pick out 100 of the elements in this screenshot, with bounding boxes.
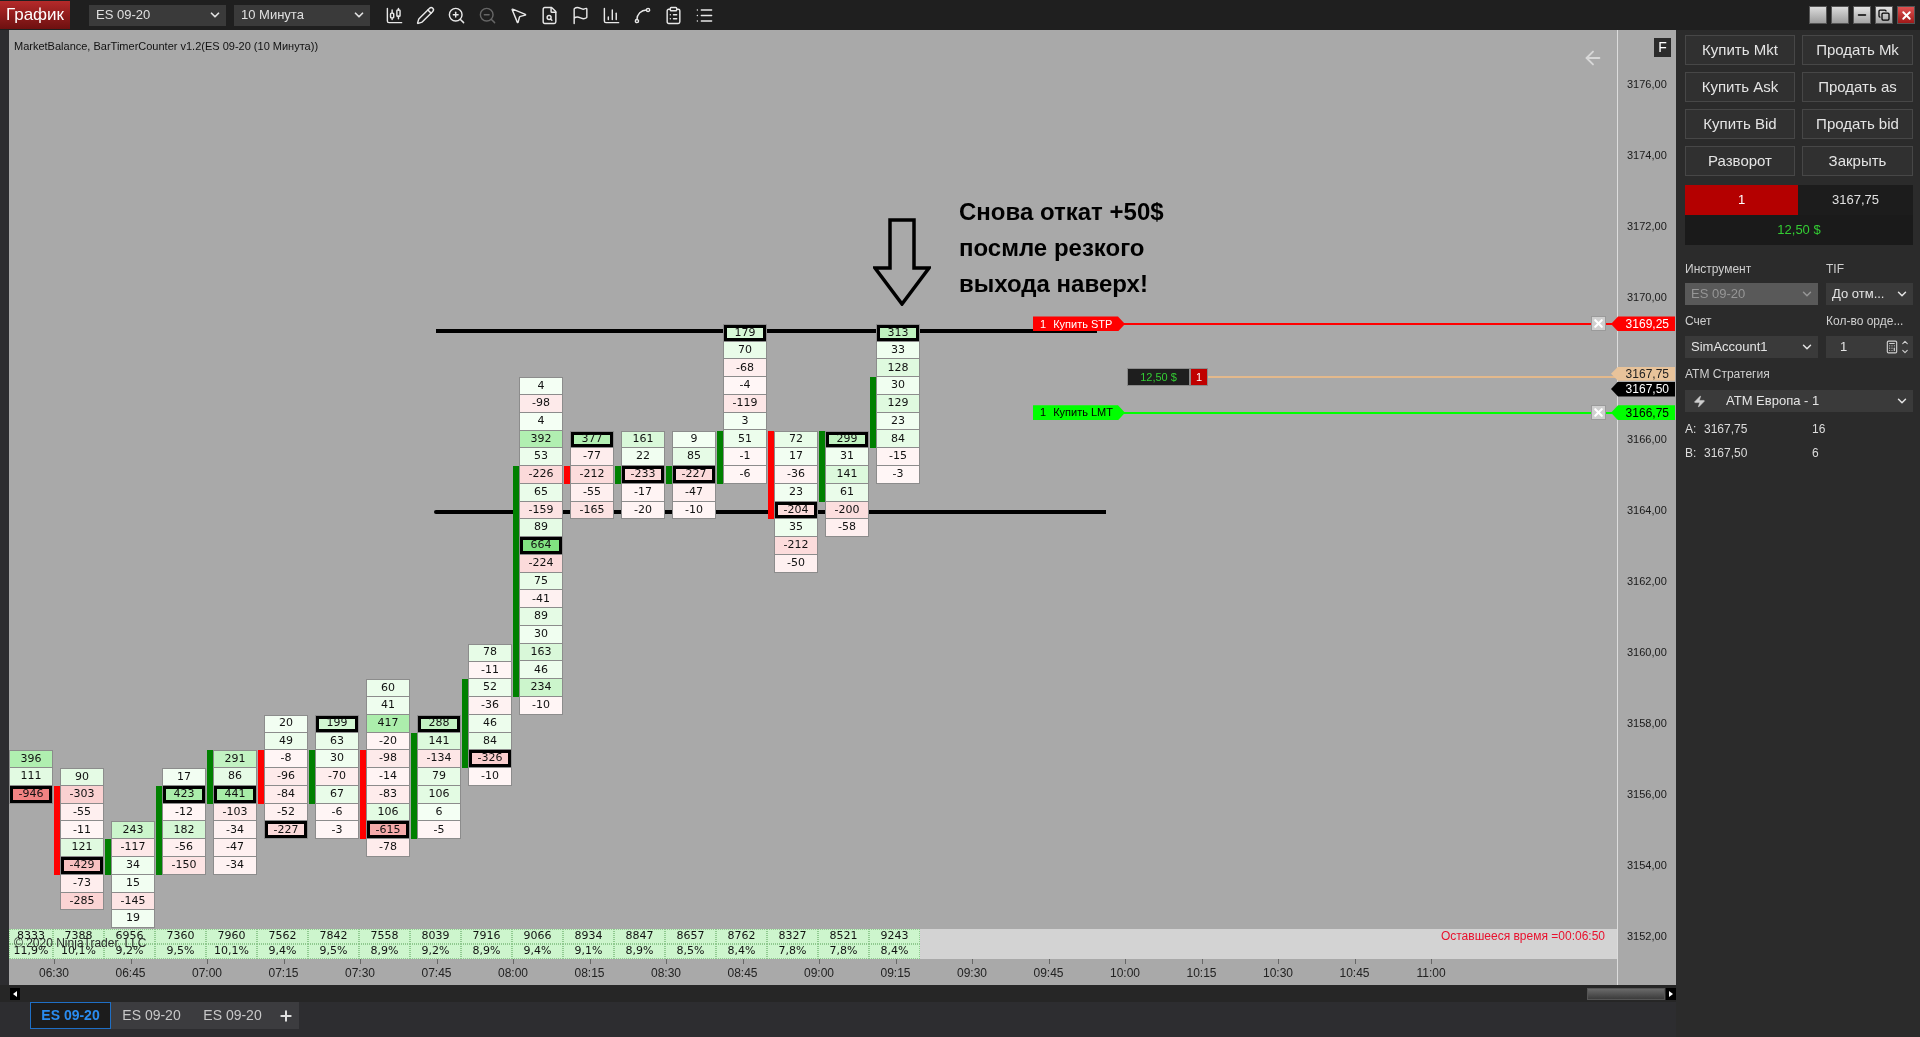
plus-icon	[278, 1007, 294, 1024]
footprint-cell: 85	[672, 448, 716, 467]
axis-tick	[666, 959, 667, 964]
document-search-icon[interactable]	[540, 5, 559, 25]
order-button[interactable]: Купить Bid	[1685, 109, 1795, 139]
footprint-cell: -11	[60, 821, 104, 840]
account-label: Счет	[1685, 313, 1713, 329]
axis-tick	[742, 959, 744, 964]
footprint-cell: -3	[315, 821, 359, 840]
footprint-cell: -36	[468, 697, 512, 715]
tif-select[interactable]: До отм...	[1826, 283, 1913, 305]
order-button[interactable]: Разворот	[1685, 146, 1795, 176]
calculator-icon[interactable]	[1885, 340, 1899, 354]
quote-price: 3167,50	[1704, 445, 1749, 462]
footprint-cell: -47	[213, 839, 257, 857]
volume-cell: 9066	[512, 929, 563, 944]
axis-tick	[1278, 959, 1279, 964]
footprint-cell: 664	[519, 537, 563, 555]
square-icon[interactable]	[1809, 6, 1827, 24]
share-cell: 8,9%	[359, 944, 410, 959]
close-button[interactable]	[1897, 6, 1915, 24]
footprint-cell: 199	[315, 714, 359, 733]
cursor-icon[interactable]	[509, 5, 528, 25]
square-icon[interactable]	[1831, 6, 1849, 24]
share-cell: 8,5%	[665, 944, 716, 959]
volume-cell: 8657	[665, 929, 716, 944]
add-tab-button[interactable]	[273, 1002, 299, 1029]
time-label: 10:15	[1185, 966, 1218, 980]
spin-down-icon[interactable]	[1900, 347, 1910, 356]
share-cell: 9,4%	[257, 944, 308, 959]
chart-tab[interactable]: ES 09-20	[192, 1002, 273, 1029]
instrument-dropdown[interactable]: ES 09-20	[89, 4, 226, 26]
time-label: 09:45	[1032, 966, 1065, 980]
footprint-cell: -70	[315, 768, 359, 786]
f-button[interactable]: F	[1654, 38, 1671, 57]
spin-up-icon[interactable]	[1900, 338, 1910, 347]
restore-button[interactable]	[1875, 6, 1893, 24]
axis-tick	[207, 959, 208, 964]
footprint-cell: -36	[774, 466, 818, 484]
position-pnl[interactable]: 12,50 $	[1127, 368, 1190, 387]
footprint-cell: 128	[876, 359, 920, 378]
scroll-thumb[interactable]	[1587, 988, 1665, 1000]
footprint-cell: -3	[876, 466, 920, 484]
line-chart-icon[interactable]	[633, 5, 652, 25]
quantity-label: Кол-во орде...	[1826, 313, 1904, 329]
footprint-cell: -326	[468, 750, 512, 769]
footprint-cell: -5	[417, 821, 461, 840]
quantity-field[interactable]: 1	[1826, 336, 1913, 358]
footprint-cell: -233	[621, 466, 665, 484]
footprint-cell: 90	[60, 768, 104, 786]
account-select[interactable]: SimAccount1	[1685, 336, 1818, 358]
restore-icon	[1878, 9, 1890, 21]
order-button[interactable]: Закрыть	[1802, 146, 1913, 176]
chart-tab[interactable]: ES 09-20	[30, 1002, 111, 1029]
time-label: 07:00	[191, 966, 223, 980]
chart-tab[interactable]: ES 09-20	[111, 1002, 192, 1029]
volume-cell: 8327	[767, 929, 818, 944]
footprint-cell: 182	[162, 821, 206, 840]
atm-strategy-select[interactable]: ATM Европа - 1	[1685, 390, 1913, 412]
zoom-in-icon[interactable]	[447, 5, 466, 25]
interval-dropdown[interactable]: 10 Минута	[234, 4, 370, 26]
footprint-cell: 52	[468, 679, 512, 698]
scroll-left-icon[interactable]	[10, 988, 20, 1000]
footprint-cell: -134	[417, 750, 461, 769]
minimize-button[interactable]	[1853, 6, 1871, 24]
order-tag[interactable]: 1 Купить LMT	[1033, 405, 1125, 421]
order-button[interactable]: Продать Mk	[1802, 35, 1913, 65]
order-button[interactable]: Продать as	[1802, 72, 1913, 102]
axis-tick	[972, 959, 973, 964]
bar-chart-icon[interactable]	[602, 5, 621, 25]
footprint-cell: 53	[519, 448, 563, 467]
candlestick-chart-icon[interactable]	[385, 5, 404, 25]
order-tag[interactable]: 1 Купить STP	[1033, 316, 1125, 332]
footprint-cell: -1	[723, 448, 767, 466]
cancel-order-icon[interactable]	[1591, 405, 1606, 421]
footprint-cell: -78	[366, 839, 410, 857]
volume-cell: 7960	[206, 929, 257, 944]
flag-icon[interactable]	[571, 5, 590, 25]
cancel-order-icon[interactable]	[1591, 316, 1606, 332]
order-price-tag: 3169,25	[1611, 316, 1675, 332]
axis-tick	[1201, 959, 1203, 964]
clipboard-icon[interactable]	[664, 5, 683, 25]
volume-cell: 7842	[308, 929, 359, 944]
volume-cell: 8847	[614, 929, 665, 944]
quote-size: 16	[1812, 421, 1826, 438]
order-button[interactable]: Купить Ask	[1685, 72, 1795, 102]
footprint-cell: 377	[570, 430, 614, 449]
price-label: 3172,00	[1627, 219, 1667, 233]
remaining-time: Оставшееся время =00:06:50	[1440, 930, 1605, 943]
axis-tick	[1125, 959, 1126, 964]
footprint-cell: -10	[468, 768, 512, 786]
share-cell: 8,4%	[869, 944, 920, 959]
price-label: 3170,00	[1627, 290, 1667, 304]
chart-title-tab[interactable]: График	[0, 1, 70, 29]
position-quantity[interactable]: 1	[1190, 368, 1208, 387]
order-button[interactable]: Купить Mkt	[1685, 35, 1795, 65]
pencil-icon[interactable]	[416, 5, 435, 25]
instrument-label: Инструмент	[1685, 261, 1753, 277]
footprint-cell: 288	[417, 714, 461, 733]
order-button[interactable]: Продать bid	[1802, 109, 1913, 139]
